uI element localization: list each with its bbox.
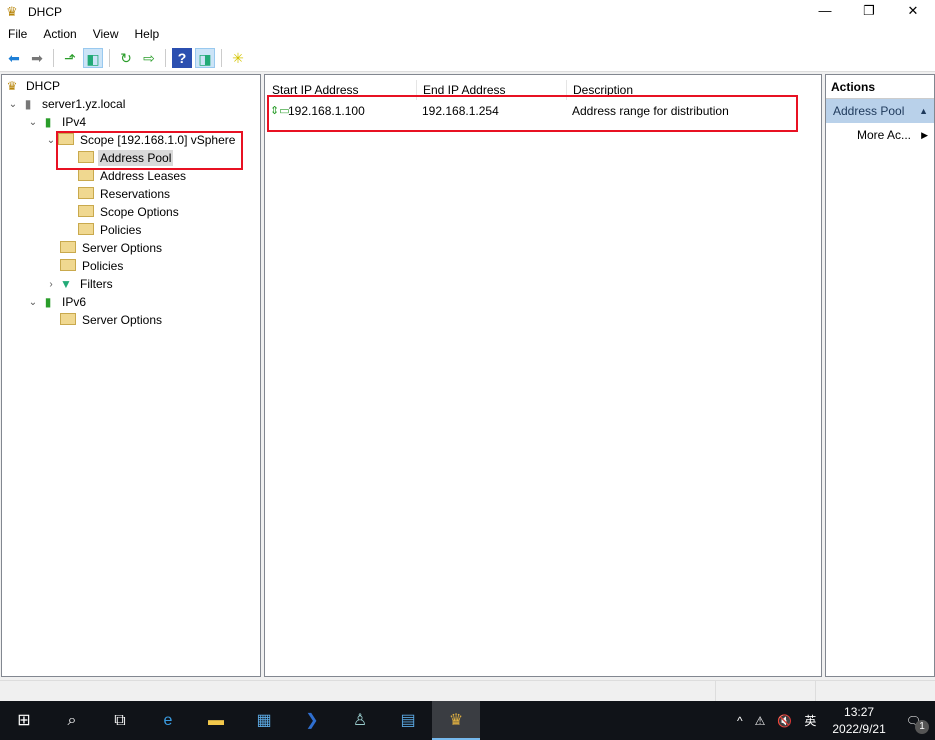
toolbar: ⬅ ➡ ⬏ ◧ ↻ ⇨ ? ◨ ✳ <box>0 44 935 72</box>
console-tree: ♛ DHCP ⌄ ▮ server1.yz.local ⌄ ▮ IPv4 ⌄ Scope [… <box>1 74 261 677</box>
collapse-icon[interactable]: ▲ <box>919 99 928 123</box>
start-icon[interactable]: ⊞ <box>0 701 48 740</box>
server-options-icon <box>60 241 76 255</box>
dhcp-icon: ♛ <box>6 79 18 93</box>
tree-item-ipv6[interactable]: ⌄ ▮ IPv6 <box>26 293 88 311</box>
menu-file[interactable]: File <box>0 27 35 41</box>
reservations-icon <box>78 187 94 201</box>
tree-item-dhcp[interactable]: ♛ DHCP <box>4 77 62 95</box>
tree-item-server-options[interactable]: Server Options <box>60 239 164 257</box>
highlight-box <box>267 95 798 132</box>
tree-item-reservations[interactable]: Reservations <box>78 185 172 203</box>
tree-item-server[interactable]: ⌄ ▮ server1.yz.local <box>6 95 127 113</box>
address-leases-icon <box>78 169 94 183</box>
actions-header: Actions <box>826 75 934 99</box>
title-bar: ♛ DHCP — ❐ ✕ <box>0 0 935 24</box>
refresh-icon[interactable]: ↻ <box>116 48 136 68</box>
tree-item-filters[interactable]: › ▼ Filters <box>44 275 115 293</box>
tree-item-scope-options[interactable]: Scope Options <box>78 203 181 221</box>
chevron-down-icon[interactable]: ⌄ <box>6 99 20 110</box>
dhcp-taskbar-icon[interactable]: ♛ <box>432 701 480 740</box>
chevron-right-icon[interactable]: › <box>44 279 58 290</box>
menu-help[interactable]: Help <box>127 27 168 41</box>
chevron-down-icon[interactable]: ⌄ <box>26 117 40 128</box>
volume-muted-icon[interactable]: 🔇 <box>777 714 792 728</box>
new-item-icon[interactable]: ✳ <box>228 48 248 68</box>
forward-icon[interactable]: ➡ <box>27 48 47 68</box>
chevron-down-icon[interactable]: ⌄ <box>26 297 40 308</box>
tree-item-policies[interactable]: Policies <box>60 257 125 275</box>
ime-indicator[interactable]: 英 <box>804 712 816 729</box>
server-options-icon <box>60 313 76 327</box>
server-ok-icon: ▮ <box>44 115 52 129</box>
menu-action[interactable]: Action <box>35 27 84 41</box>
actions-section-address-pool[interactable]: Address Pool ▲ <box>826 99 934 123</box>
scope-options-icon <box>78 205 94 219</box>
minimize-button[interactable]: — <box>803 0 847 24</box>
taskbar: ⊞ ⌕ ⧉ e ▬ ▦ ❯ ♙ ▤ ♛ ^ ⚠ 🔇 英 13:27 2022/9/… <box>0 701 935 740</box>
actions-pane: Actions Address Pool ▲ More Ac... ▶ <box>825 74 935 677</box>
server-ok-icon: ▮ <box>44 295 52 309</box>
window-title: DHCP <box>28 5 63 19</box>
policies-icon <box>78 223 94 237</box>
show-hidden-icons-icon[interactable]: ^ <box>737 714 743 728</box>
result-list: Start IP Address End IP Address Descript… <box>264 74 822 677</box>
tree-item-ipv4[interactable]: ⌄ ▮ IPv4 <box>26 113 88 131</box>
export-list-icon[interactable]: ⇨ <box>139 48 159 68</box>
file-explorer-icon[interactable]: ▬ <box>192 701 240 740</box>
dhcp-app-icon: ♛ <box>6 4 18 19</box>
back-icon[interactable]: ⬅ <box>4 48 24 68</box>
maximize-button[interactable]: ❐ <box>847 0 891 24</box>
notification-count: 1 <box>915 719 929 734</box>
highlight-box <box>56 131 243 170</box>
search-icon[interactable]: ⌕ <box>48 701 96 740</box>
show-hide-console-tree-icon[interactable]: ◧ <box>83 47 103 68</box>
menu-bar: File Action View Help <box>0 24 935 44</box>
submenu-arrow-icon: ▶ <box>921 130 928 140</box>
tree-item-ipv6-server-options[interactable]: Server Options <box>60 311 164 329</box>
remote-desktop-icon[interactable]: ▤ <box>384 701 432 740</box>
up-folder-icon[interactable]: ⬏ <box>60 48 80 68</box>
help-icon[interactable]: ? <box>172 47 192 68</box>
internet-explorer-icon[interactable]: e <box>144 701 192 740</box>
close-button[interactable]: ✕ <box>891 0 935 24</box>
status-bar <box>0 680 935 702</box>
server-icon: ▮ <box>24 97 32 111</box>
tree-item-scope-policies[interactable]: Policies <box>78 221 143 239</box>
powershell-icon[interactable]: ❯ <box>288 701 336 740</box>
notifications-icon[interactable]: 🗨 1 <box>906 714 929 734</box>
task-view-icon[interactable]: ⧉ <box>96 701 144 740</box>
more-actions-item[interactable]: More Ac... ▶ <box>826 123 934 147</box>
clock[interactable]: 13:27 2022/9/21 <box>832 704 885 738</box>
policies-icon <box>60 259 76 273</box>
menu-view[interactable]: View <box>85 27 127 41</box>
network-warning-icon[interactable]: ⚠ <box>755 714 766 728</box>
filter-icon: ▼ <box>60 277 72 291</box>
server-manager-icon[interactable]: ▦ <box>240 701 288 740</box>
network-icon[interactable]: ♙ <box>336 701 384 740</box>
show-hide-action-pane-icon[interactable]: ◨ <box>195 47 215 68</box>
